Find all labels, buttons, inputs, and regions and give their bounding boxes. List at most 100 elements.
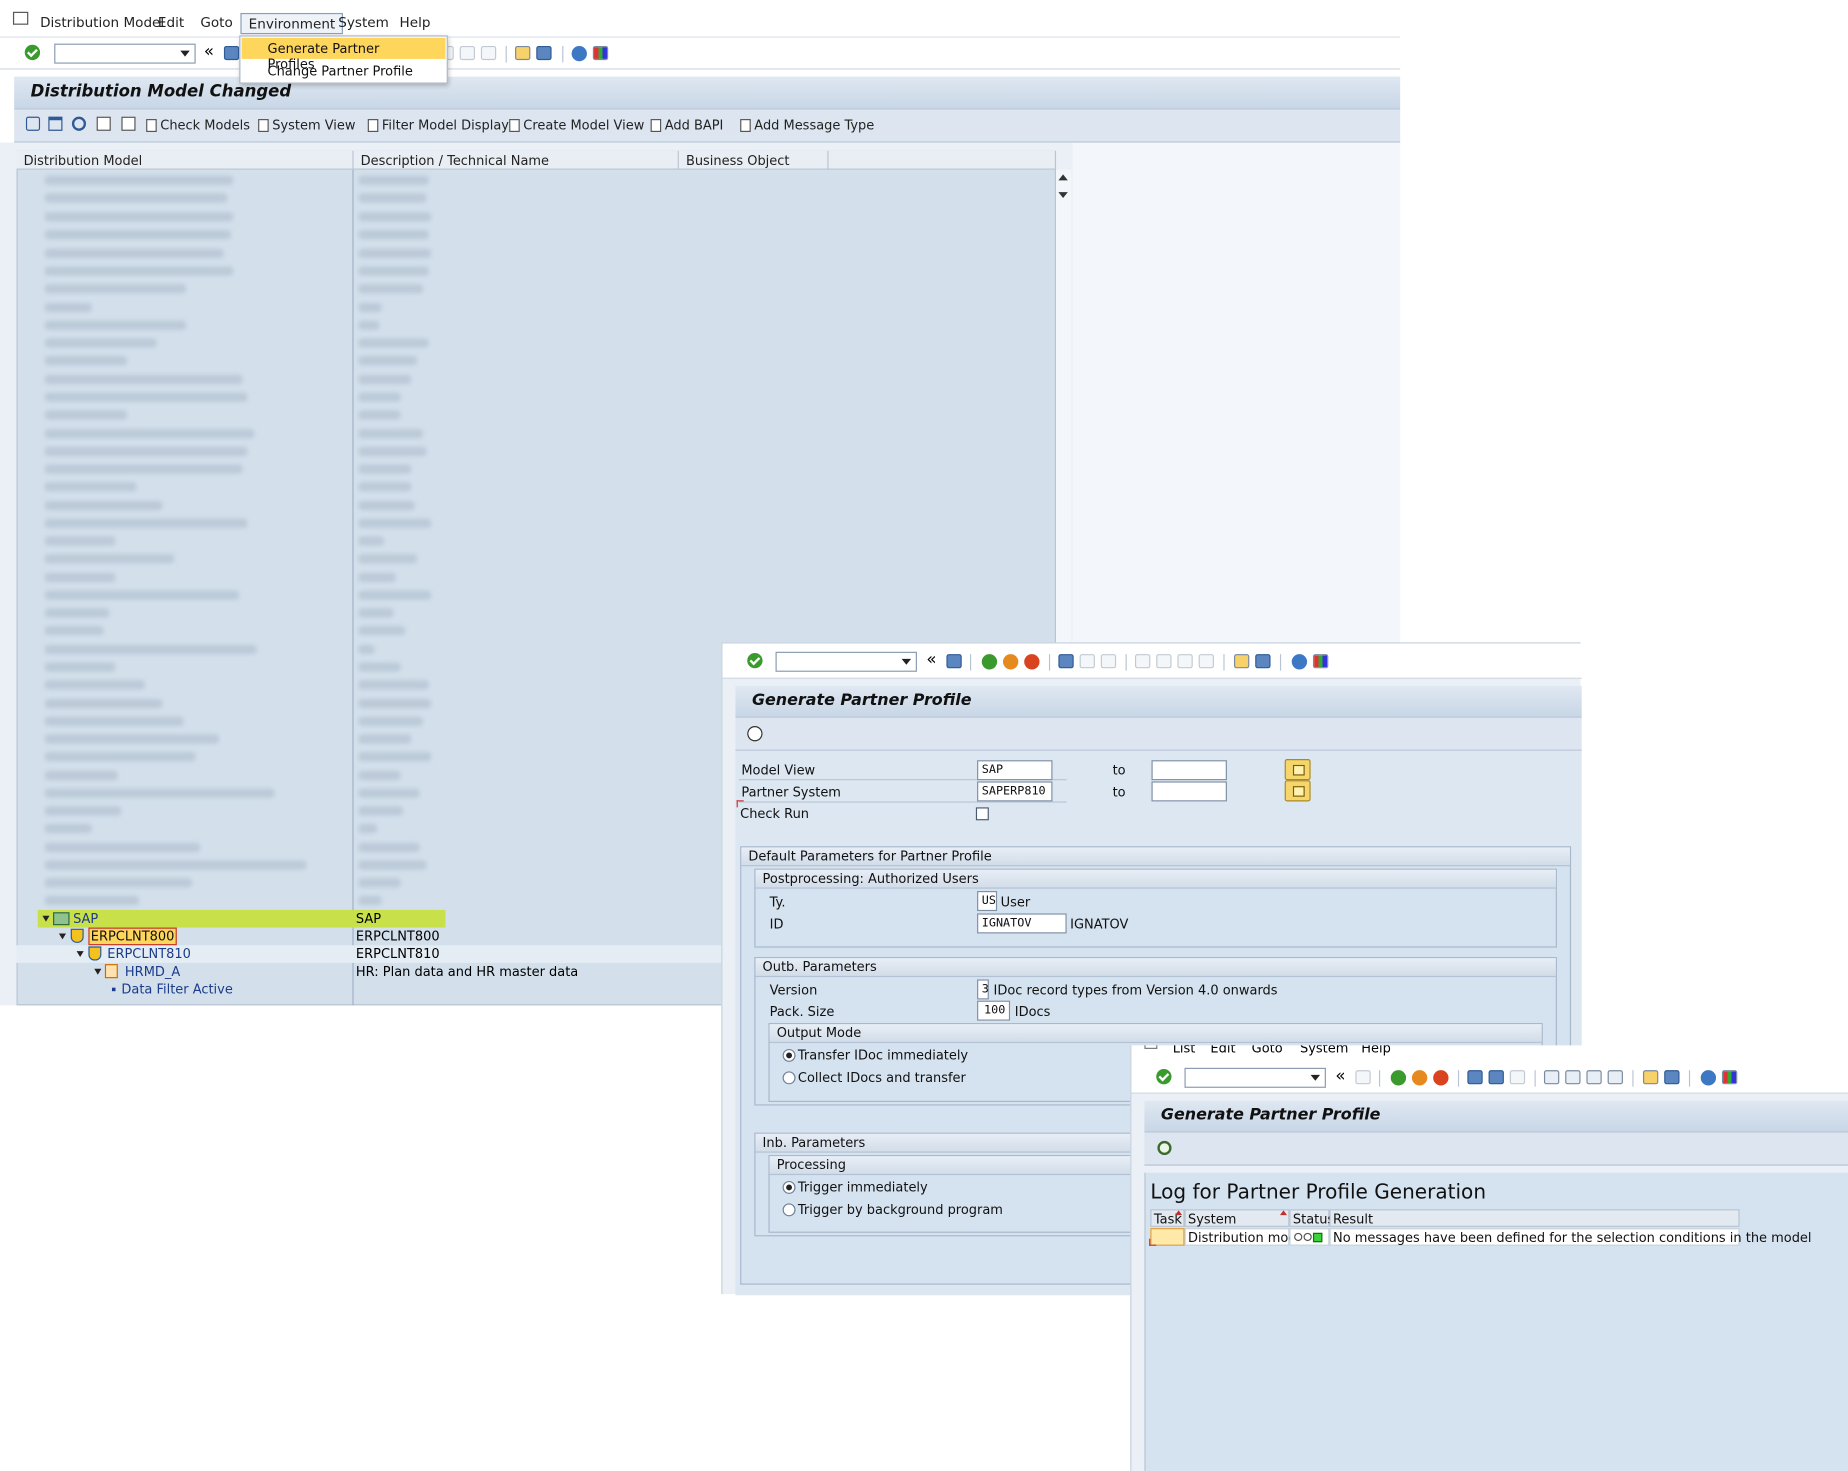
first-page-icon[interactable] bbox=[1543, 1070, 1560, 1085]
layout-icon[interactable] bbox=[592, 45, 609, 61]
detail-magnifier-icon[interactable] bbox=[1157, 1140, 1172, 1156]
command-field[interactable] bbox=[1184, 1067, 1326, 1088]
expand-triangle-icon[interactable] bbox=[94, 968, 102, 975]
scroll-up-icon[interactable] bbox=[1058, 174, 1068, 181]
help-icon[interactable] bbox=[571, 45, 587, 62]
log-menu-help[interactable]: Help bbox=[1361, 1045, 1391, 1056]
collect-idocs-radio[interactable] bbox=[782, 1071, 796, 1085]
menu-edit[interactable]: Edit bbox=[158, 14, 184, 31]
shortcut-icon[interactable] bbox=[1664, 1070, 1680, 1085]
column-header-business-object[interactable]: Business Object bbox=[678, 150, 829, 170]
expand-triangle-icon[interactable] bbox=[42, 915, 50, 922]
check-models-button[interactable]: Check Models bbox=[146, 118, 250, 133]
filter-model-display-button[interactable]: Filter Model Display bbox=[367, 118, 509, 133]
next-page-icon[interactable] bbox=[1586, 1070, 1602, 1085]
expand-triangle-icon[interactable] bbox=[76, 951, 84, 958]
command-field[interactable] bbox=[54, 43, 196, 64]
find-icon[interactable] bbox=[71, 116, 87, 131]
change-display-icon[interactable] bbox=[25, 116, 41, 131]
model-view-input[interactable]: SAP bbox=[977, 760, 1053, 781]
print-icon[interactable] bbox=[1467, 1070, 1483, 1085]
id-input[interactable]: IGNATOV bbox=[977, 913, 1067, 934]
new-session-icon[interactable] bbox=[515, 45, 531, 61]
back-arrows-icon[interactable]: « bbox=[204, 42, 214, 61]
collapse-icon[interactable] bbox=[121, 116, 136, 131]
log-column-system[interactable]: System bbox=[1184, 1209, 1290, 1227]
expand-icon[interactable] bbox=[96, 116, 111, 131]
next-page-icon[interactable] bbox=[1177, 654, 1193, 669]
save-icon[interactable] bbox=[1355, 1070, 1371, 1085]
pack-size-input[interactable]: 100 bbox=[977, 1000, 1011, 1021]
last-page-icon[interactable] bbox=[1198, 654, 1214, 669]
delete-icon[interactable] bbox=[48, 116, 63, 131]
trigger-immediately-radio[interactable] bbox=[782, 1180, 796, 1194]
layout-icon[interactable] bbox=[1721, 1070, 1738, 1085]
menu-help[interactable]: Help bbox=[400, 14, 431, 31]
page-last-icon[interactable] bbox=[480, 45, 497, 61]
shortcut-icon[interactable] bbox=[1255, 654, 1271, 669]
exit-icon[interactable] bbox=[1002, 654, 1019, 670]
menu-distribution-model[interactable]: Distribution Model bbox=[40, 14, 164, 31]
print-icon[interactable] bbox=[1058, 654, 1074, 669]
log-column-result[interactable]: Result bbox=[1329, 1209, 1740, 1227]
add-message-type-button[interactable]: Add Message Type bbox=[740, 118, 874, 133]
log-column-status[interactable]: Status bbox=[1289, 1209, 1334, 1227]
last-page-icon[interactable] bbox=[1607, 1070, 1623, 1085]
system-view-button[interactable]: System View bbox=[258, 118, 355, 133]
exit-icon[interactable] bbox=[1411, 1070, 1428, 1086]
cancel-icon[interactable] bbox=[1433, 1070, 1449, 1086]
version-input[interactable]: 3 bbox=[977, 979, 989, 1000]
layout-icon[interactable] bbox=[1312, 654, 1329, 669]
vertical-scrollbar[interactable] bbox=[1056, 169, 1072, 653]
enter-check-icon[interactable] bbox=[747, 652, 763, 669]
find-icon[interactable] bbox=[1079, 654, 1095, 669]
column-header-distribution-model[interactable]: Distribution Model bbox=[16, 150, 354, 170]
find-next-icon[interactable] bbox=[1100, 654, 1117, 669]
shortcut-icon[interactable] bbox=[536, 45, 552, 61]
scroll-down-icon[interactable] bbox=[1058, 192, 1068, 199]
model-view-to-input[interactable] bbox=[1151, 760, 1227, 781]
sap-menu-icon[interactable] bbox=[1144, 1045, 1158, 1049]
first-page-icon[interactable] bbox=[1134, 654, 1151, 669]
page-next-icon[interactable] bbox=[459, 45, 475, 61]
menu-environment[interactable]: Environment bbox=[240, 12, 344, 35]
add-bapi-button[interactable]: Add BAPI bbox=[650, 118, 723, 133]
sap-menu-icon[interactable] bbox=[12, 11, 29, 25]
help-icon[interactable] bbox=[1291, 654, 1308, 670]
back-icon[interactable] bbox=[981, 654, 998, 670]
enter-check-icon[interactable] bbox=[1156, 1068, 1172, 1085]
menu-goto[interactable]: Goto bbox=[200, 14, 232, 31]
save-icon[interactable] bbox=[946, 654, 962, 669]
multiple-selection-button[interactable] bbox=[1284, 759, 1311, 781]
create-model-view-button[interactable]: Create Model View bbox=[509, 118, 644, 133]
menu-item-generate-partner-profiles[interactable]: Generate Partner Profiles bbox=[241, 37, 446, 72]
log-menu-system[interactable]: System bbox=[1300, 1045, 1348, 1056]
execute-icon[interactable] bbox=[747, 726, 763, 742]
log-menu-goto[interactable]: Goto bbox=[1252, 1045, 1283, 1056]
log-menu-edit[interactable]: Edit bbox=[1210, 1045, 1235, 1056]
menu-system[interactable]: System bbox=[338, 14, 389, 31]
back-icon[interactable] bbox=[1390, 1070, 1407, 1086]
check-run-checkbox[interactable] bbox=[975, 807, 989, 821]
expand-triangle-icon[interactable] bbox=[58, 933, 67, 940]
enter-check-icon[interactable] bbox=[24, 44, 41, 61]
help-icon[interactable] bbox=[1700, 1070, 1717, 1086]
log-menu-list[interactable]: List bbox=[1173, 1045, 1196, 1056]
save-icon[interactable] bbox=[223, 45, 240, 61]
back-arrows-icon[interactable]: « bbox=[1335, 1067, 1345, 1086]
new-session-icon[interactable] bbox=[1233, 654, 1250, 669]
trigger-background-radio[interactable] bbox=[782, 1203, 796, 1217]
new-session-icon[interactable] bbox=[1642, 1070, 1659, 1085]
cancel-icon[interactable] bbox=[1024, 654, 1040, 670]
partner-system-to-input[interactable] bbox=[1151, 781, 1227, 802]
menu-item-change-partner-profile[interactable]: Change Partner Profile bbox=[242, 60, 446, 81]
transfer-immediately-radio[interactable] bbox=[782, 1048, 796, 1062]
find-icon[interactable] bbox=[1488, 1070, 1504, 1085]
find-next-icon[interactable] bbox=[1509, 1070, 1526, 1085]
partner-system-input[interactable]: SAPERP810 bbox=[977, 781, 1053, 802]
previous-page-icon[interactable] bbox=[1565, 1070, 1581, 1085]
command-field[interactable] bbox=[775, 651, 917, 672]
back-arrows-icon[interactable]: « bbox=[926, 651, 936, 670]
column-header-description[interactable]: Description / Technical Name bbox=[353, 150, 679, 170]
previous-page-icon[interactable] bbox=[1156, 654, 1172, 669]
